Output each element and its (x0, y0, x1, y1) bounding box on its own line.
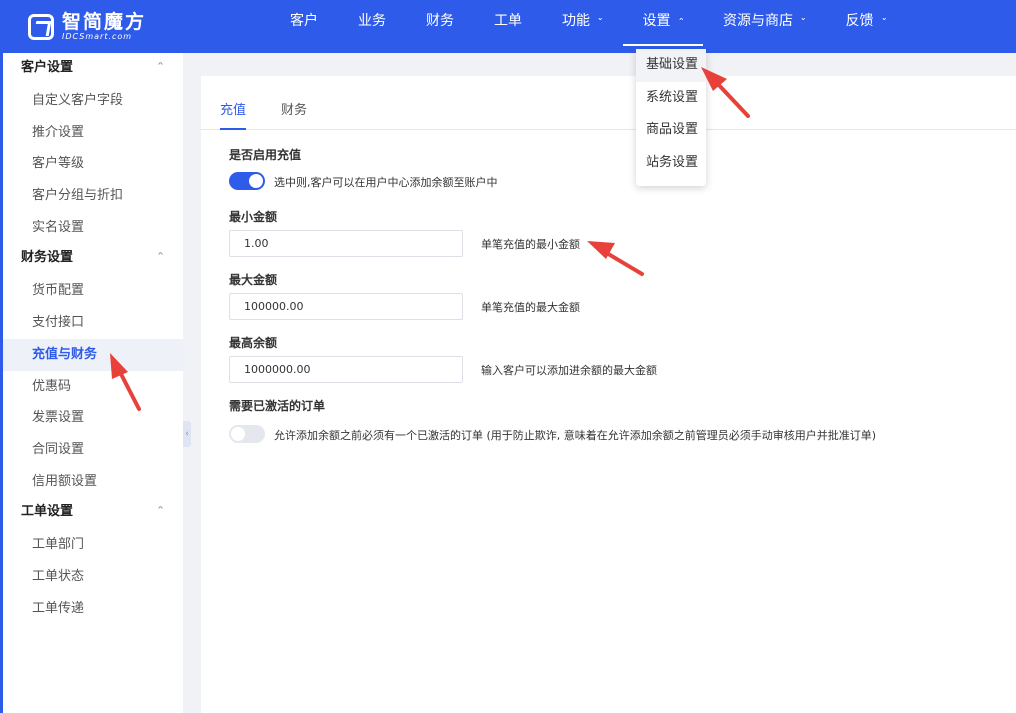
min-amount-input[interactable] (229, 230, 463, 257)
sidebar-item-customer-level[interactable]: 客户等级 (3, 148, 183, 180)
sidebar-item-ticket-department[interactable]: 工单部门 (3, 529, 183, 561)
chevron-up-icon: ˄ (677, 18, 684, 28)
sidebar-item-groups-discounts[interactable]: 客户分组与折扣 (3, 180, 183, 212)
min-amount-hint: 单笔充值的最小金额 (481, 238, 580, 251)
max-amount-label: 最大金额 (229, 273, 278, 287)
sidebar-group-finance-settings[interactable]: 财务设置 ˄ (3, 243, 183, 275)
chevron-down-icon: ˅ (880, 18, 887, 28)
max-amount-input[interactable] (229, 293, 463, 320)
menu-item-system-settings[interactable]: 系统设置 (636, 82, 706, 115)
enable-recharge-description: 选中则,客户可以在用户中心添加余额至账户中 (274, 176, 498, 189)
sidebar-item-recharge-finance[interactable]: 充值与财务 (3, 338, 183, 371)
nav-item-resources-store[interactable]: 资源与商店 ˅ (703, 0, 826, 44)
top-nav-bar: 智简魔方 IDCSmart.com 客户 业务 财务 工单 功能 ˅ 设置 ˄ 资源… (0, 0, 1016, 53)
require-active-order-switch[interactable] (229, 425, 265, 443)
max-balance-hint: 输入客户可以添加进余额的最大金额 (481, 364, 657, 377)
sidebar-item-ticket-transfer[interactable]: 工单传递 (3, 593, 183, 625)
enable-recharge-label: 是否启用充值 (229, 148, 302, 162)
sidebar-group-ticket-settings[interactable]: 工单设置 ˄ (3, 497, 183, 529)
nav-item-customer[interactable]: 客户 (270, 0, 338, 44)
max-balance-label: 最高余额 (229, 336, 278, 350)
sidebar-item-currency[interactable]: 货币配置 (3, 275, 183, 307)
chevron-up-icon: ˄ (156, 252, 165, 264)
menu-item-product-settings[interactable]: 商品设置 (636, 114, 706, 147)
nav-item-finance[interactable]: 财务 (406, 0, 474, 44)
sidebar-item-referral[interactable]: 推介设置 (3, 117, 183, 149)
chevron-up-icon: ˄ (156, 506, 165, 518)
logo-mark-icon (28, 14, 54, 40)
min-amount-label: 最小金额 (229, 210, 278, 224)
logo-title: 智简魔方 (62, 11, 147, 33)
sidebar-item-ticket-status[interactable]: 工单状态 (3, 561, 183, 593)
sidebar-item-custom-fields[interactable]: 自定义客户字段 (3, 85, 183, 117)
main-nav: 客户 业务 财务 工单 功能 ˅ 设置 ˄ 资源与商店 ˅ 反馈 ˅ (270, 0, 906, 53)
tab-bar: 充值 财务 (201, 100, 1016, 130)
logo[interactable]: 智简魔方 IDCSmart.com (28, 10, 146, 44)
sidebar-group-customer-settings[interactable]: 客户设置 ˄ (3, 53, 183, 85)
chevron-down-icon: ˅ (597, 18, 604, 28)
settings-sidebar: 客户设置 ˄ 自定义客户字段 推介设置 客户等级 客户分组与折扣 实名设置 财务设… (0, 53, 183, 713)
nav-item-settings[interactable]: 设置 ˄ (622, 0, 704, 46)
nav-item-features[interactable]: 功能 ˅ (542, 0, 623, 44)
settings-dropdown-menu: 基础设置 系统设置 商品设置 站务设置 (636, 49, 706, 186)
require-active-order-label: 需要已激活的订单 (229, 399, 326, 413)
tab-finance[interactable]: 财务 (281, 100, 307, 130)
sidebar-item-invoice[interactable]: 发票设置 (3, 402, 183, 434)
menu-item-basic-settings[interactable]: 基础设置 (636, 49, 706, 82)
max-amount-hint: 单笔充值的最大金额 (481, 301, 580, 314)
sidebar-item-contract[interactable]: 合同设置 (3, 434, 183, 466)
main-panel: 充值 财务 是否启用充值 选中则,客户可以在用户中心添加余额至账户中 最小金额 … (201, 76, 1016, 713)
tab-recharge[interactable]: 充值 (220, 100, 247, 130)
sidebar-item-credit-limit[interactable]: 信用额设置 (3, 466, 183, 498)
enable-recharge-switch[interactable] (229, 172, 265, 190)
chevron-up-icon: ˄ (156, 62, 165, 73)
nav-item-ticket[interactable]: 工单 (474, 0, 542, 44)
logo-subtitle: IDCSmart.com (62, 32, 133, 41)
sidebar-collapse-toggle[interactable]: ‹ (183, 421, 191, 447)
sidebar-item-payment-gateway[interactable]: 支付接口 (3, 307, 183, 339)
sidebar-item-coupon[interactable]: 优惠码 (3, 371, 183, 403)
max-balance-input[interactable] (229, 356, 463, 383)
nav-item-business[interactable]: 业务 (338, 0, 406, 44)
menu-item-site-settings[interactable]: 站务设置 (636, 147, 706, 180)
nav-item-feedback[interactable]: 反馈 ˅ (826, 0, 907, 44)
require-active-order-description: 允许添加余额之前必须有一个已激活的订单 (用于防止欺诈, 意味着在允许添加余额之… (274, 429, 877, 442)
chevron-down-icon: ˅ (800, 18, 807, 28)
sidebar-item-real-name[interactable]: 实名设置 (3, 212, 183, 244)
